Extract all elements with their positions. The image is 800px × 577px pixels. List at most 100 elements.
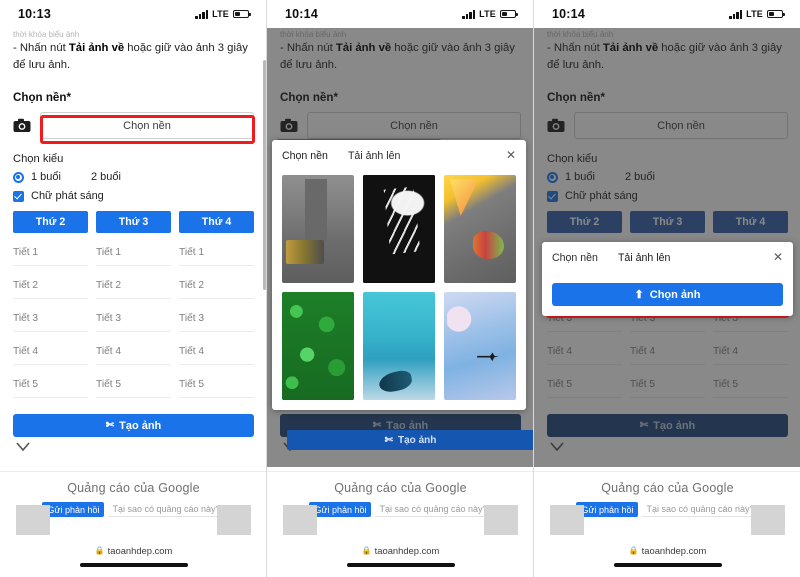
network-type-label: LTE xyxy=(479,9,496,19)
status-time: 10:13 xyxy=(18,7,51,21)
url-display[interactable]: 🔒 taoanhdep.com xyxy=(95,545,173,556)
upload-image-modal: Chọn nền Tải ảnh lên ✕ ⬆ Chọn ảnh xyxy=(542,242,793,316)
status-bar: 10:13 LTE xyxy=(0,0,267,28)
url-text: taoanhdep.com xyxy=(641,545,707,556)
network-type-label: LTE xyxy=(746,9,763,19)
why-this-ad-link[interactable]: Tại sao có quảng cáo này? xyxy=(375,502,492,517)
pick-image-label: Chọn ảnh xyxy=(649,288,701,301)
ad-placeholder-right xyxy=(484,505,518,535)
period-cell[interactable]: Tiết 4 xyxy=(179,339,254,365)
create-image-button[interactable]: ✄ Tạo ảnh xyxy=(13,414,254,437)
period-cell[interactable]: Tiết 3 xyxy=(179,306,254,332)
thumbnail-black-sneakers-background[interactable] xyxy=(363,175,435,283)
day-button-tue[interactable]: Thứ 3 xyxy=(96,211,171,233)
timetable-grid: Thứ 2 Tiết 1 Tiết 2 Tiết 3 Tiết 4 Tiết 5… xyxy=(13,211,254,398)
create-image-button-behind[interactable]: ✄ Tạo ảnh xyxy=(287,430,534,450)
status-bar: 10:14 LTE xyxy=(534,0,800,28)
cut-text-line: thời khóa biểu ảnh xyxy=(13,30,80,37)
period-cell[interactable]: Tiết 1 xyxy=(13,240,88,266)
modal-header: Chọn nền Tải ảnh lên ✕ xyxy=(542,242,793,273)
period-cell[interactable]: Tiết 1 xyxy=(179,240,254,266)
instruction-bold: Tải ảnh về xyxy=(68,42,125,54)
google-ad-footer: Quảng cáo của Google Gửi phản hồi Tại sa… xyxy=(267,471,534,535)
day-column: Thứ 2 Tiết 1 Tiết 2 Tiết 3 Tiết 4 Tiết 5 xyxy=(13,211,88,398)
period-cell[interactable]: Tiết 5 xyxy=(13,372,88,398)
url-text: taoanhdep.com xyxy=(107,545,173,556)
period-cell[interactable]: Tiết 4 xyxy=(96,339,171,365)
url-display[interactable]: 🔒 taoanhdep.com xyxy=(362,545,440,556)
signal-bars-icon xyxy=(729,9,743,19)
thumbnail-city-street-background[interactable] xyxy=(282,175,354,283)
radio-one-session[interactable] xyxy=(13,171,24,183)
period-cell[interactable]: Tiết 2 xyxy=(96,273,171,299)
thumbnail-green-clover-background[interactable] xyxy=(282,292,354,400)
period-cell[interactable]: Tiết 5 xyxy=(179,372,254,398)
browser-bottom-bar: 🔒 taoanhdep.com xyxy=(534,535,800,577)
period-cell[interactable]: Tiết 5 xyxy=(96,372,171,398)
browser-bottom-bar: 🔒 taoanhdep.com xyxy=(0,535,267,577)
glow-text-checkbox-row[interactable]: Chữ phát sáng xyxy=(13,190,254,202)
browser-bottom-bar: 🔒 taoanhdep.com xyxy=(267,535,534,577)
period-cell[interactable]: Tiết 1 xyxy=(96,240,171,266)
thumbnail-colorful-art-background[interactable] xyxy=(444,175,516,283)
ad-controls: Gửi phản hồi Tại sao có quảng cáo này? xyxy=(309,502,492,517)
home-indicator xyxy=(346,563,455,567)
send-feedback-button[interactable]: Gửi phản hồi xyxy=(309,502,372,517)
pick-image-button[interactable]: ⬆ Chọn ảnh xyxy=(552,283,783,306)
close-icon[interactable]: ✕ xyxy=(506,149,516,161)
send-feedback-button[interactable]: Gửi phản hồi xyxy=(42,502,105,517)
lock-icon: 🔒 xyxy=(628,546,639,555)
phone-screenshot-3: 10:14 LTE thời khóa biểu ảnh - Nhấn nút … xyxy=(534,0,800,577)
camera-icon xyxy=(13,118,31,133)
ad-title: Quảng cáo của Google xyxy=(67,481,200,495)
style-field-label: Chọn kiểu xyxy=(13,153,64,165)
period-cell[interactable]: Tiết 3 xyxy=(96,306,171,332)
glow-text-label: Chữ phát sáng xyxy=(31,190,104,202)
instruction-text: - Nhấn nút Tải ảnh về hoặc giữ vào ảnh 3… xyxy=(13,40,254,73)
tab-upload-image[interactable]: Tải ảnh lên xyxy=(348,150,400,162)
status-indicators: LTE xyxy=(729,9,785,19)
web-page-1: thời khóa biểu ảnh - Nhấn nút Tải ảnh về… xyxy=(0,28,267,577)
tab-upload-image[interactable]: Tải ảnh lên xyxy=(618,252,670,264)
background-thumbnail-grid xyxy=(272,171,526,410)
radio-two-session-label[interactable]: 2 buổi xyxy=(91,171,121,183)
ad-controls: Gửi phản hồi Tại sao có quảng cáo này? xyxy=(42,502,225,517)
why-this-ad-link[interactable]: Tại sao có quảng cáo này? xyxy=(642,502,759,517)
tab-choose-background[interactable]: Chọn nền xyxy=(552,252,598,264)
tab-choose-background[interactable]: Chọn nền xyxy=(282,150,328,162)
modal-tabs: Chọn nền Tải ảnh lên xyxy=(282,150,400,162)
battery-icon xyxy=(767,9,785,19)
thumbnail-blue-sky-airplane-background[interactable] xyxy=(444,292,516,400)
chevron-down-icon[interactable] xyxy=(16,442,30,452)
google-ad-footer: Quảng cáo của Google Gửi phản hồi Tại sa… xyxy=(534,471,800,535)
send-feedback-button[interactable]: Gửi phản hồi xyxy=(576,502,639,517)
choose-background-button[interactable]: Chọn nền xyxy=(40,112,254,139)
period-cell[interactable]: Tiết 2 xyxy=(179,273,254,299)
day-button-mon[interactable]: Thứ 2 xyxy=(13,211,88,233)
status-bar: 10:14 LTE xyxy=(267,0,534,28)
home-indicator xyxy=(613,563,722,567)
upload-icon: ⬆ xyxy=(634,289,644,301)
thumbnail-turquoise-ocean-background[interactable] xyxy=(363,292,435,400)
close-icon[interactable]: ✕ xyxy=(773,251,783,263)
phone-screenshot-2: 10:14 LTE thời khóa biểu ảnh - Nhấn nút … xyxy=(267,0,534,577)
period-cell[interactable]: Tiết 3 xyxy=(13,306,88,332)
lock-icon: 🔒 xyxy=(361,546,372,555)
ad-placeholder-left xyxy=(550,505,584,535)
period-cell[interactable]: Tiết 4 xyxy=(13,339,88,365)
url-display[interactable]: 🔒 taoanhdep.com xyxy=(629,545,707,556)
day-button-wed[interactable]: Thứ 4 xyxy=(179,211,254,233)
ad-title: Quảng cáo của Google xyxy=(334,481,467,495)
status-indicators: LTE xyxy=(462,9,518,19)
instruction-prefix: - Nhấn nút xyxy=(13,42,69,54)
session-radio-group: 1 buổi 2 buổi xyxy=(13,171,254,183)
signal-bars-icon xyxy=(195,9,209,19)
period-cell[interactable]: Tiết 2 xyxy=(13,273,88,299)
day-column: Thứ 4 Tiết 1 Tiết 2 Tiết 3 Tiết 4 Tiết 5 xyxy=(179,211,254,398)
battery-icon xyxy=(500,9,518,19)
signal-bars-icon xyxy=(462,9,476,19)
why-this-ad-link[interactable]: Tại sao có quảng cáo này? xyxy=(108,502,225,517)
glow-text-checkbox[interactable] xyxy=(13,190,24,202)
create-image-label: Tạo ảnh xyxy=(119,419,162,432)
home-indicator xyxy=(79,563,188,567)
